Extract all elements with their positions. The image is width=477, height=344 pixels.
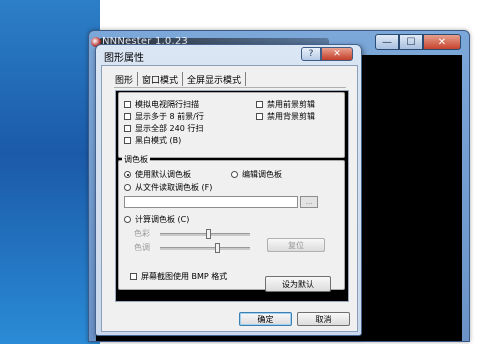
radio-label: 计算调色板 (C) xyxy=(135,215,190,224)
saturation-slider-track[interactable] xyxy=(160,233,250,236)
graphics-properties-dialog: 图形属性 ? ✕ 图形 窗口模式 全屏显示模式 模拟电视隔行扫描 显示多于 8 … xyxy=(95,44,362,336)
checkbox-box[interactable] xyxy=(256,101,263,108)
checkbox-label: 显示全部 240 行扫 xyxy=(135,124,204,133)
dialog-body: 图形 窗口模式 全屏显示模式 模拟电视隔行扫描 显示多于 8 前景/行 显示全部… xyxy=(101,65,358,332)
checkbox-box[interactable] xyxy=(124,137,131,144)
set-default-button[interactable]: 设为默认 xyxy=(265,276,331,292)
radio-circle[interactable] xyxy=(124,216,131,223)
radio-circle[interactable] xyxy=(124,184,131,191)
checkbox-label: 屏幕截图使用 BMP 格式 xyxy=(141,272,228,281)
tab-divider xyxy=(114,87,346,88)
radio-circle[interactable] xyxy=(124,171,131,178)
hue-label: 色调 xyxy=(134,243,150,252)
radio-default-palette[interactable]: 使用默认调色板 xyxy=(124,169,191,180)
radio-label: 编辑调色板 xyxy=(242,170,282,179)
saturation-label: 色彩 xyxy=(134,229,150,238)
tab-graphics[interactable]: 图形 xyxy=(111,72,139,86)
checkbox-label: 禁用背景剪辑 xyxy=(267,112,315,121)
checkbox-all-240-lines[interactable]: 显示全部 240 行扫 xyxy=(124,123,203,134)
saturation-slider-thumb[interactable] xyxy=(206,229,211,239)
radio-calculate-palette[interactable]: 计算调色板 (C) xyxy=(124,214,189,225)
tab-strip: 图形 窗口模式 全屏显示模式 xyxy=(111,72,247,87)
checkbox-label: 模拟电视隔行扫描 xyxy=(135,100,199,109)
hue-slider-track[interactable] xyxy=(160,247,250,250)
radio-label: 使用默认调色板 xyxy=(135,170,191,179)
checkbox-more-sprites[interactable]: 显示多于 8 前景/行 xyxy=(124,111,204,122)
checkbox-box[interactable] xyxy=(124,113,131,120)
checkbox-screenshot-bmp[interactable]: 屏幕截图使用 BMP 格式 xyxy=(130,271,227,282)
palette-group-label: 调色板 xyxy=(122,154,150,165)
checkbox-disable-sprite-clip[interactable]: 禁用前景剪辑 xyxy=(256,99,315,110)
checkbox-label: 禁用前景剪辑 xyxy=(267,100,315,109)
help-button[interactable]: ? xyxy=(301,47,321,61)
desktop-background xyxy=(0,0,100,344)
checkbox-label: 黑白模式 (B) xyxy=(135,136,182,145)
checkbox-box[interactable] xyxy=(130,273,137,280)
close-button[interactable]: ✕ xyxy=(423,34,461,50)
window-controls: — ☐ ✕ xyxy=(375,34,461,50)
checkbox-monochrome[interactable]: 黑白模式 (B) xyxy=(124,135,181,146)
dialog-close-button[interactable]: ✕ xyxy=(321,47,353,61)
maximize-button[interactable]: ☐ xyxy=(399,34,423,50)
ok-button[interactable]: 确定 xyxy=(239,312,292,326)
cancel-button[interactable]: 取消 xyxy=(297,312,350,326)
checkbox-box[interactable] xyxy=(124,101,131,108)
browse-button[interactable]: ... xyxy=(300,196,318,208)
hue-slider-thumb[interactable] xyxy=(215,243,220,253)
radio-circle[interactable] xyxy=(231,171,238,178)
checkbox-disable-bg-clip[interactable]: 禁用背景剪辑 xyxy=(256,111,315,122)
radio-palette-from-file[interactable]: 从文件读取调色板 (F) xyxy=(124,182,212,193)
radio-edit-palette[interactable]: 编辑调色板 xyxy=(231,169,282,180)
tab-fullscreen-mode[interactable]: 全屏显示模式 xyxy=(183,72,247,86)
dialog-title: 图形属性 xyxy=(104,53,144,64)
minimize-button[interactable]: — xyxy=(375,34,399,50)
checkbox-box[interactable] xyxy=(256,113,263,120)
palette-file-path-input[interactable] xyxy=(124,196,298,208)
radio-label: 从文件读取调色板 (F) xyxy=(135,183,213,192)
checkbox-tv-scanlines[interactable]: 模拟电视隔行扫描 xyxy=(124,99,199,110)
checkbox-label: 显示多于 8 前景/行 xyxy=(135,112,204,121)
reset-button[interactable]: 复位 xyxy=(267,238,325,252)
checkbox-box[interactable] xyxy=(124,125,131,132)
tab-window-mode[interactable]: 窗口模式 xyxy=(138,72,184,86)
